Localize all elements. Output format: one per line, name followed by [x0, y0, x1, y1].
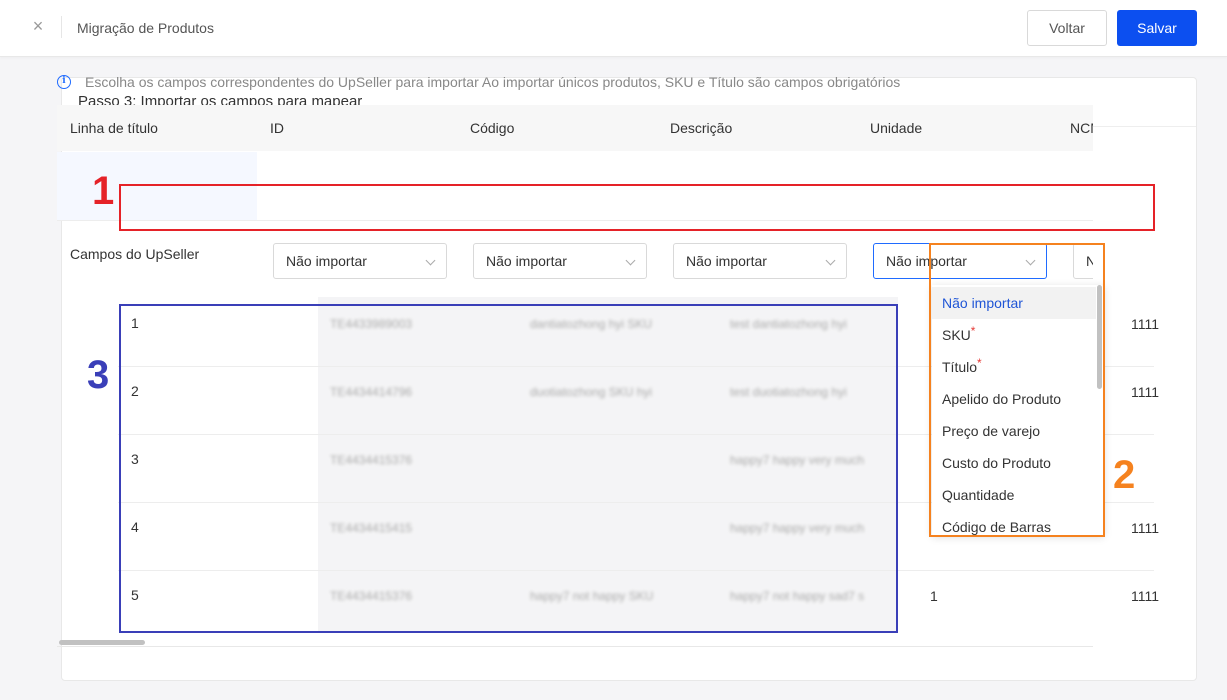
chevron-down-icon — [625, 255, 636, 266]
column-header-title-row: Linha de título — [70, 120, 158, 136]
row-ncm: 1111 — [1131, 520, 1160, 536]
annotation-box-3 — [119, 304, 898, 633]
column-header-id: ID — [270, 120, 284, 136]
column-header-descricao: Descrição — [670, 120, 733, 136]
column-header-codigo: Código — [470, 120, 515, 136]
upseller-fields-label: Campos do UpSeller — [70, 246, 200, 262]
annotation-number-1: 1 — [92, 169, 115, 213]
row-ncm: 1111 — [1131, 316, 1160, 332]
annotation-number-3: 3 — [87, 353, 110, 397]
back-button[interactable]: Voltar — [1027, 10, 1107, 46]
row-unidade: 1 — [930, 588, 938, 604]
save-button[interactable]: Salvar — [1117, 10, 1197, 46]
chevron-down-icon — [825, 255, 836, 266]
page-title: Migração de Produtos — [77, 20, 214, 36]
annotation-box-1 — [119, 184, 1155, 231]
close-icon[interactable]: × — [28, 16, 48, 36]
horizontal-scrollbar[interactable] — [57, 638, 1093, 646]
info-icon: i — [57, 75, 71, 89]
top-bar: × Migração de Produtos Voltar Salvar — [0, 0, 1227, 57]
chevron-down-icon — [425, 255, 436, 266]
info-text: Escolha os campos correspondentes do UpS… — [85, 74, 901, 90]
select-descricao[interactable]: Não importar — [673, 243, 847, 279]
scrollbar-thumb[interactable] — [59, 640, 145, 645]
annotation-box-2 — [929, 243, 1105, 537]
table-header — [57, 105, 1093, 151]
divider — [57, 646, 1093, 647]
row-ncm: 1111 — [1131, 384, 1160, 400]
select-id[interactable]: Não importar — [273, 243, 447, 279]
info-notice: i Escolha os campos correspondentes do U… — [57, 72, 900, 92]
column-header-unidade: Unidade — [870, 120, 923, 136]
divider — [61, 16, 62, 38]
row-ncm: 1111 — [1131, 588, 1160, 604]
select-codigo-value: Não importar — [486, 253, 567, 269]
select-codigo[interactable]: Não importar — [473, 243, 647, 279]
select-id-value: Não importar — [286, 253, 367, 269]
annotation-number-2: 2 — [1113, 453, 1136, 497]
select-descricao-value: Não importar — [686, 253, 767, 269]
column-header-ncm: NCM — [1070, 120, 1093, 136]
